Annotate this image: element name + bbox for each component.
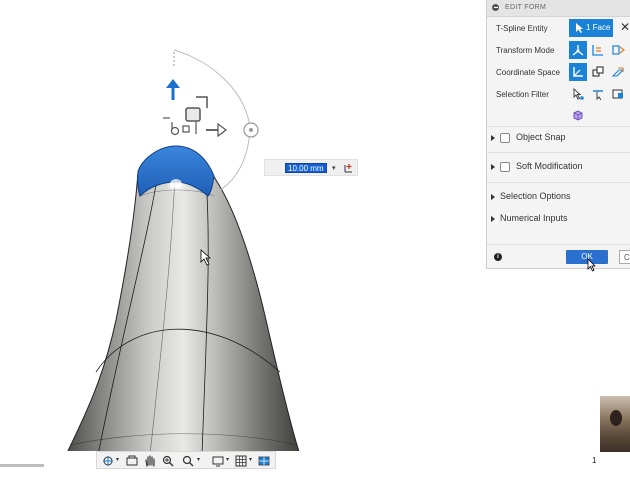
webcam-overlay <box>600 396 630 452</box>
vertex-filter-button[interactable] <box>569 85 587 103</box>
coordinate-space-label: Coordinate Space <box>496 68 561 77</box>
world-space-icon <box>592 66 604 77</box>
body-filter-icon <box>573 110 583 121</box>
tspline-body <box>65 149 301 456</box>
panel-header: EDIT FORM <box>487 0 630 17</box>
expand-triangle-icon <box>491 193 495 200</box>
view-space-button[interactable] <box>569 63 587 81</box>
chevron-down-icon[interactable]: ▾ <box>226 456 229 463</box>
multi-transform-button[interactable] <box>569 41 587 59</box>
grid-icon[interactable] <box>234 454 248 468</box>
clear-selection-icon[interactable]: ✕ <box>620 20 630 34</box>
chevron-down-icon[interactable]: ▾ <box>116 456 119 463</box>
display-settings-icon[interactable] <box>211 454 225 468</box>
view-space-icon <box>573 67 583 77</box>
soft-modification-label: Soft Modification <box>516 161 583 171</box>
selection-options-label: Selection Options <box>500 191 571 201</box>
selection-filter-label: Selection Filter <box>496 90 549 99</box>
orbit-icon[interactable] <box>101 454 115 468</box>
look-at-icon[interactable] <box>125 454 139 468</box>
local-space-button[interactable] <box>609 63 627 81</box>
select-arrow-icon <box>576 23 583 33</box>
expand-triangle-icon <box>491 134 495 141</box>
panel-title: EDIT FORM <box>505 4 547 11</box>
numerical-inputs-section[interactable]: Numerical Inputs <box>491 213 568 223</box>
entity-selection-button[interactable]: 1 Face <box>569 19 613 37</box>
chevron-down-icon[interactable]: ▾ <box>249 456 252 463</box>
entity-count: 1 Face <box>586 23 611 32</box>
dropdown-caret-icon[interactable]: ▾ <box>332 164 336 172</box>
world-space-button[interactable] <box>589 63 607 81</box>
zoom-window-icon[interactable] <box>181 454 195 468</box>
axis-picker-icon[interactable] <box>343 162 355 174</box>
distance-input[interactable]: 10.00 mm <box>285 163 327 173</box>
transform-mode-label: Transform Mode <box>496 46 555 55</box>
video-progress-bar <box>0 464 44 467</box>
expand-triangle-icon <box>491 215 495 222</box>
vertex-filter-icon <box>573 87 584 100</box>
selection-options-section[interactable]: Selection Options <box>491 191 571 201</box>
tspline-entity-label: T-Spline Entity <box>496 24 548 33</box>
face-filter-button[interactable] <box>609 85 627 103</box>
info-icon[interactable]: i <box>494 253 502 261</box>
edit-form-panel: EDIT FORM T-Spline Entity 1 Face ✕ Trans… <box>486 0 630 272</box>
chevron-down-icon[interactable]: ▾ <box>197 456 200 463</box>
cancel-button[interactable]: C <box>619 250 630 264</box>
numerical-inputs-label: Numerical Inputs <box>500 213 568 223</box>
navigation-toolbar: ▾ ▾ ▾ ▾ <box>96 451 276 469</box>
object-snap-label: Object Snap <box>516 132 566 142</box>
object-snap-section[interactable]: Object Snap <box>491 132 566 143</box>
soft-modification-checkbox[interactable] <box>500 161 510 172</box>
pan-hand-icon[interactable] <box>143 454 157 468</box>
translate-mode-button[interactable] <box>589 41 607 59</box>
page-indicator: 1 <box>592 456 597 465</box>
translate-icon <box>592 45 603 56</box>
local-space-icon <box>611 67 625 77</box>
rotate-icon <box>612 45 625 55</box>
bottom-bar <box>0 451 630 473</box>
zoom-icon[interactable] <box>161 454 175 468</box>
edge-filter-button[interactable] <box>589 85 607 103</box>
soft-modification-section[interactable]: Soft Modification <box>491 161 583 172</box>
viewports-icon[interactable] <box>257 454 271 468</box>
multi-transform-icon <box>572 45 584 56</box>
object-snap-checkbox[interactable] <box>500 132 510 143</box>
dimension-input-box: 10.00 mm ▾ <box>264 159 358 176</box>
face-filter-icon <box>612 89 623 99</box>
collapse-icon[interactable] <box>492 4 499 11</box>
rotate-mode-button[interactable] <box>609 41 627 59</box>
body-filter-button[interactable] <box>569 106 587 124</box>
pointer-cursor-icon <box>587 258 596 272</box>
expand-triangle-icon <box>491 163 495 170</box>
edge-filter-icon <box>593 90 603 101</box>
